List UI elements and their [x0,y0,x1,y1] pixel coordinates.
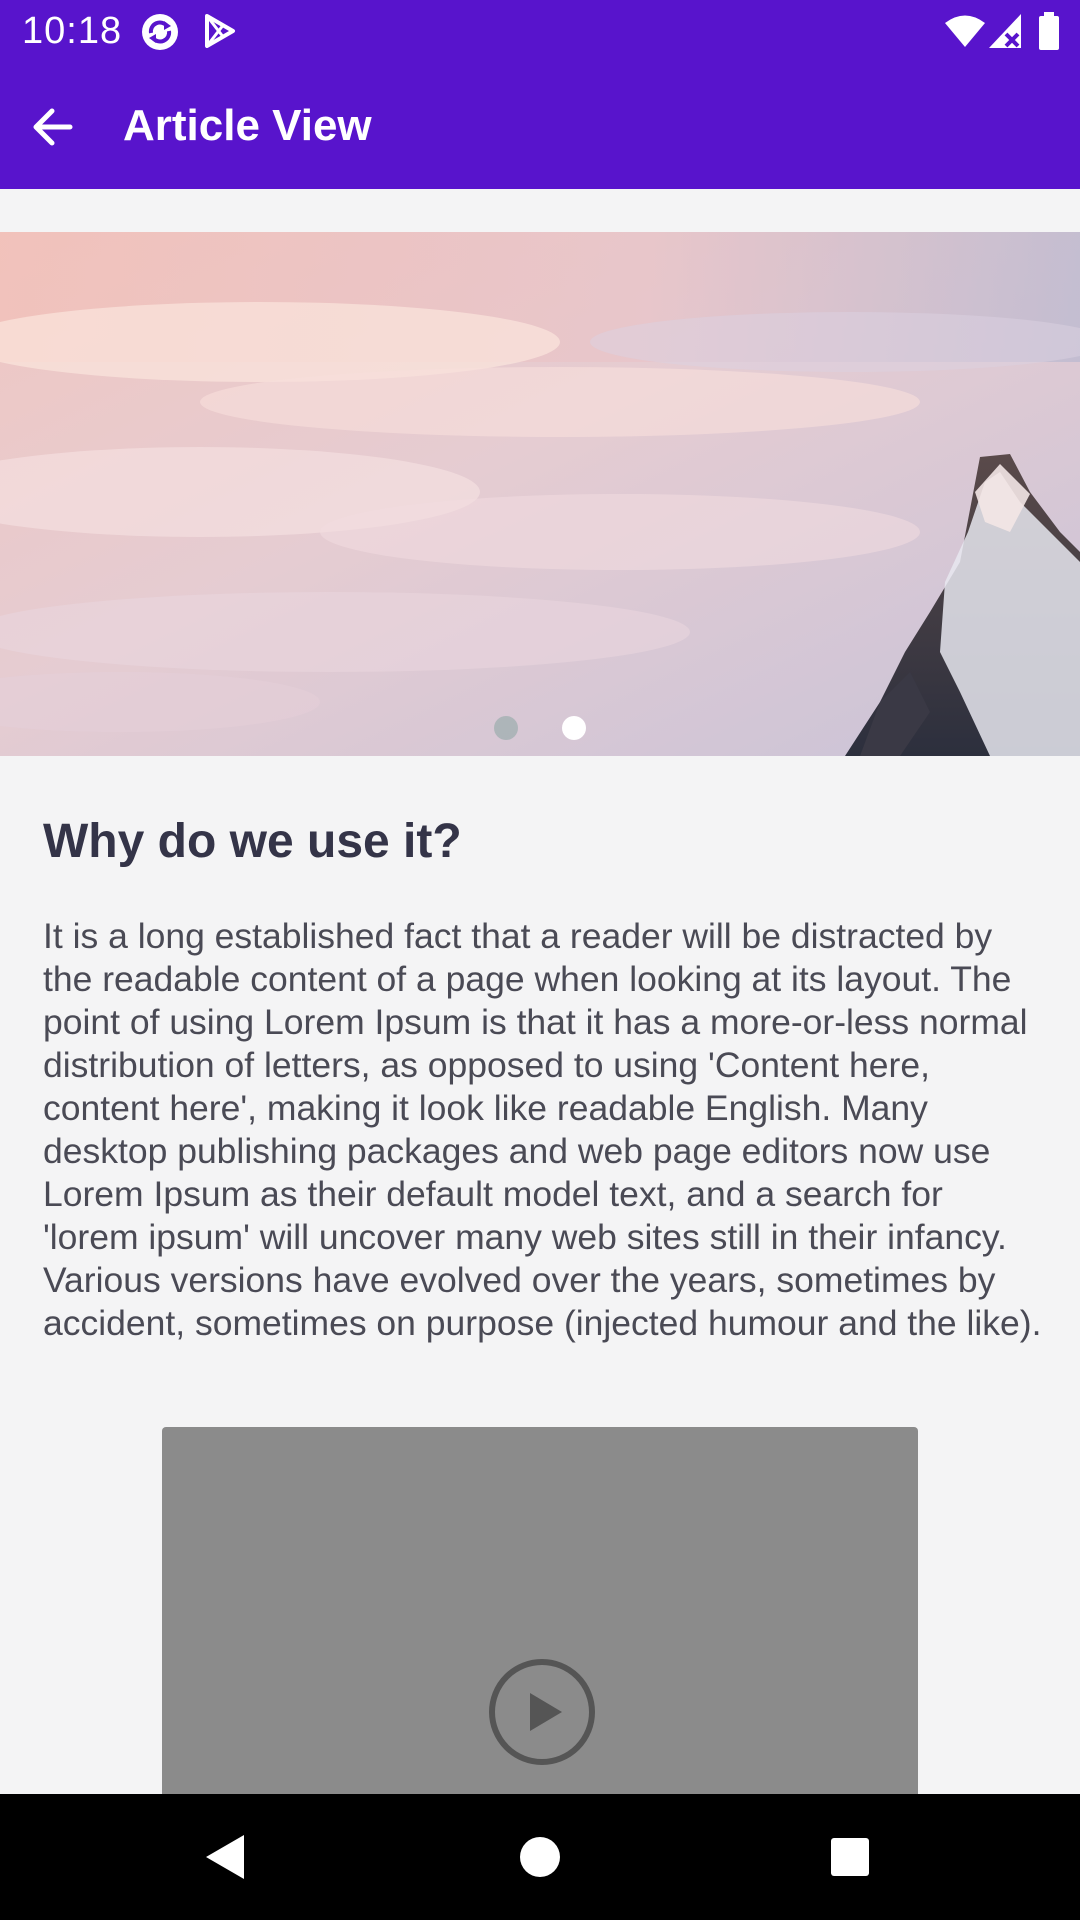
sync-icon [142,14,178,50]
battery-icon [1039,12,1059,50]
wifi-icon [945,15,985,47]
video-player[interactable] [162,1427,918,1807]
article-body: It is a long established fact that a rea… [43,916,1042,1343]
carousel-indicator [0,716,1080,746]
status-time: 10:18 [22,10,123,52]
signal-icon [989,14,1021,48]
play-store-icon [205,14,235,48]
home-circle-icon[interactable] [510,1827,570,1887]
recents-square-icon[interactable] [820,1827,880,1887]
status-bar: 10:18 [0,0,1080,63]
navigation-bar [0,1794,1080,1920]
screen: 10:18 Article View Why do we use it? It … [0,0,1080,1920]
carousel-dot-1[interactable] [494,716,518,740]
app-bar: Article View [0,63,1080,189]
play-circle-icon[interactable] [487,1657,597,1767]
app-title: Article View [123,101,372,150]
article-title: Why do we use it? [43,815,462,868]
carousel-dot-2[interactable] [562,716,586,740]
hero-image[interactable] [0,232,1080,756]
back-triangle-icon[interactable] [196,1827,256,1887]
arrow-back-icon[interactable] [24,95,88,159]
